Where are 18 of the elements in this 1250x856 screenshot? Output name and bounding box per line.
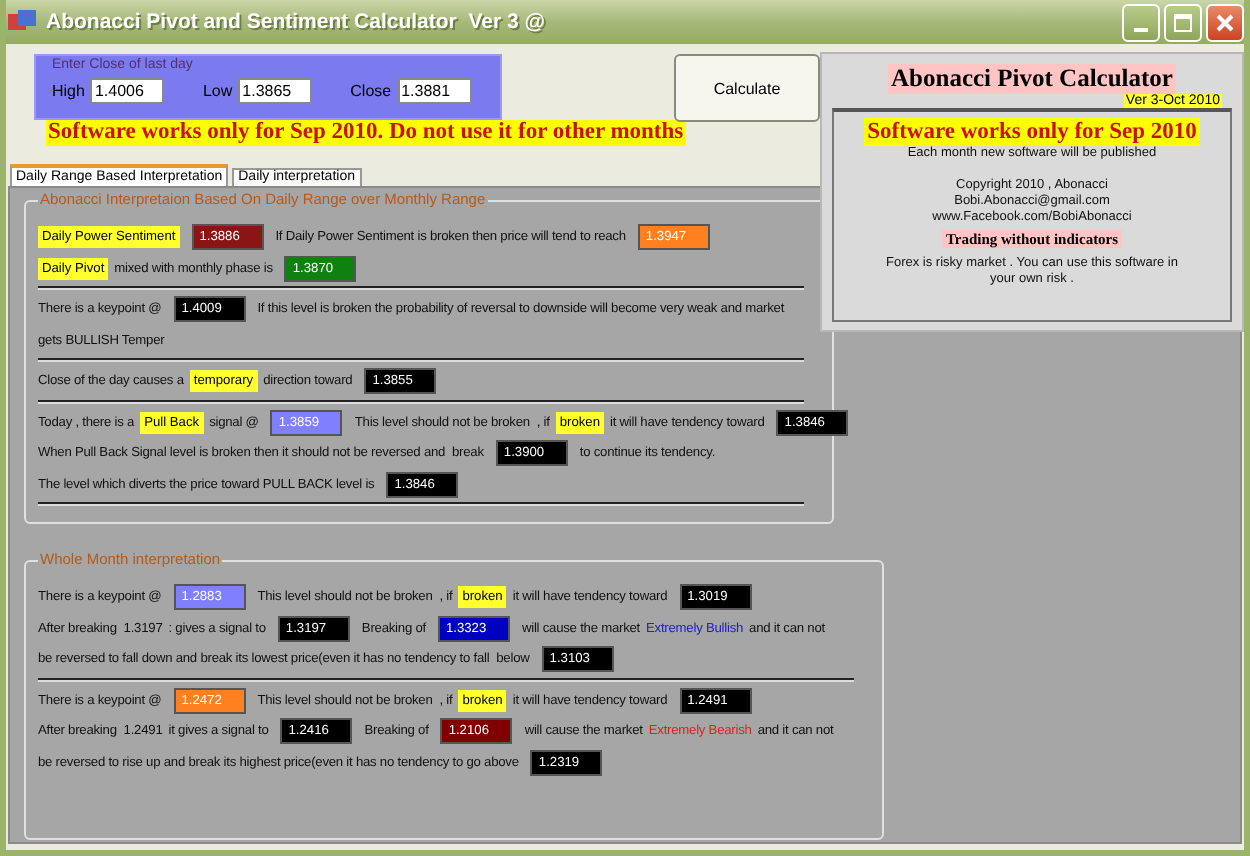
field-label: Low <box>202 82 233 100</box>
maximize-button[interactable] <box>1164 3 1202 41</box>
warning-banner: Software works only for Sep 2010 <box>863 118 1201 146</box>
close-icon <box>1216 13 1234 31</box>
calculate-button[interactable]: Calculate <box>674 54 820 122</box>
maximize-icon <box>1174 13 1192 31</box>
minimize-button[interactable] <box>1122 3 1160 41</box>
window-title: Abonacci Pivot and Sentiment Calculator Ver 3 @ <box>46 10 545 34</box>
input-field[interactable]: 1.4006 <box>90 78 165 104</box>
app-name: Abonacci Pivot Calculator <box>887 64 1177 94</box>
app-icon <box>8 10 36 34</box>
field-label: Close <box>350 82 392 100</box>
input-field[interactable]: 1.3881 <box>397 78 472 104</box>
field-label: High <box>52 82 85 100</box>
input-field[interactable]: 1.3865 <box>238 78 313 104</box>
minimize-icon <box>1134 27 1148 31</box>
warning-banner: Software works only for Sep 2010. Do not use it for other months <box>46 120 686 146</box>
close-button[interactable] <box>1206 3 1244 41</box>
